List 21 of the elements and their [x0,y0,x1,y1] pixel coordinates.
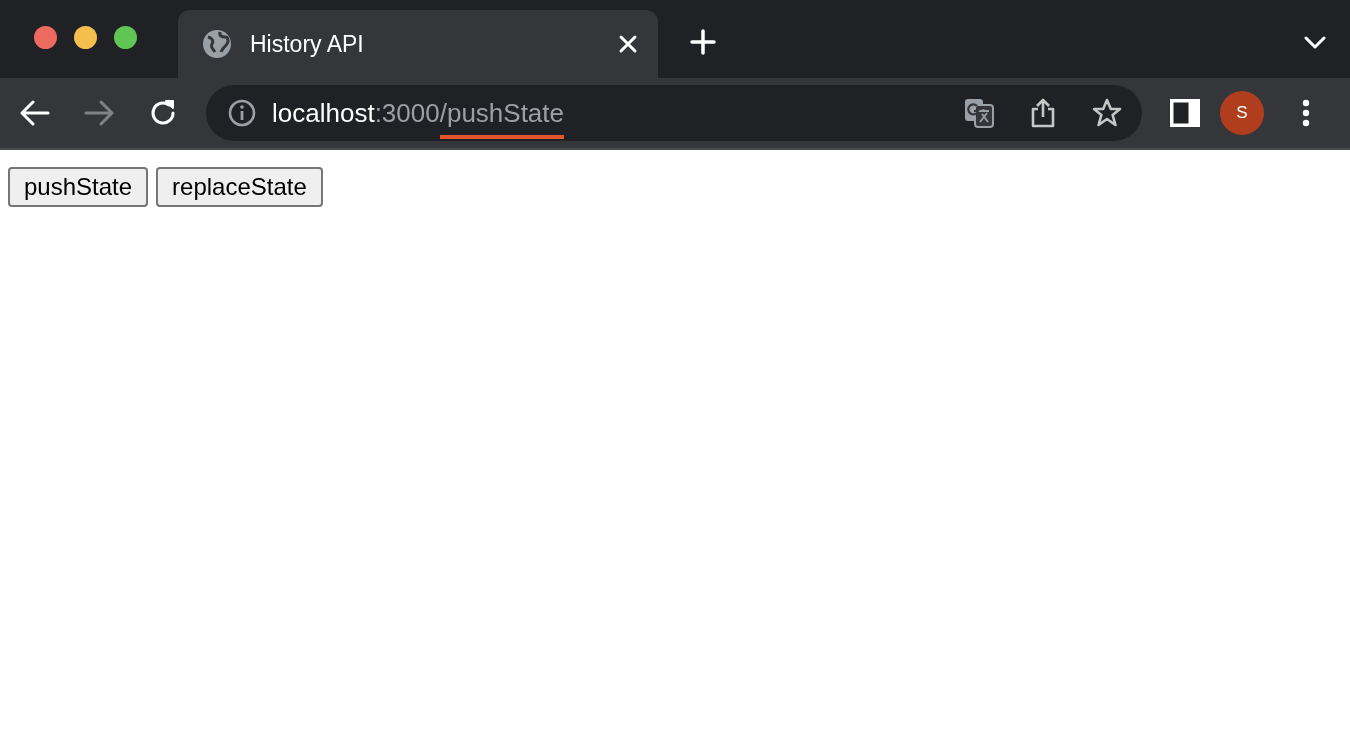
chevron-down-icon[interactable] [1304,36,1326,50]
share-icon[interactable] [1030,98,1056,128]
info-icon [228,99,256,127]
close-window-button[interactable] [34,25,57,49]
new-tab-icon[interactable] [690,29,716,55]
more-menu-icon[interactable] [1301,99,1311,127]
star-icon[interactable] [1092,98,1122,128]
close-tab-icon[interactable] [618,34,638,54]
url-text: localhost:3000/pushState [272,97,564,139]
browser-tab[interactable]: History API [178,10,658,78]
page-button[interactable]: pushState [8,167,149,207]
back-arrow-icon[interactable] [20,100,50,126]
globe-icon [202,29,232,59]
page-button[interactable]: replaceState [156,167,323,207]
side-panel-icon[interactable] [1170,99,1200,127]
address-bar[interactable]: localhost:3000/pushState [206,85,1142,141]
zoom-window-button[interactable] [114,25,137,49]
profile-avatar[interactable]: S [1220,91,1264,135]
tab-title: History API [250,30,365,58]
translate-icon[interactable] [964,98,994,128]
minimize-window-button[interactable] [74,25,97,49]
